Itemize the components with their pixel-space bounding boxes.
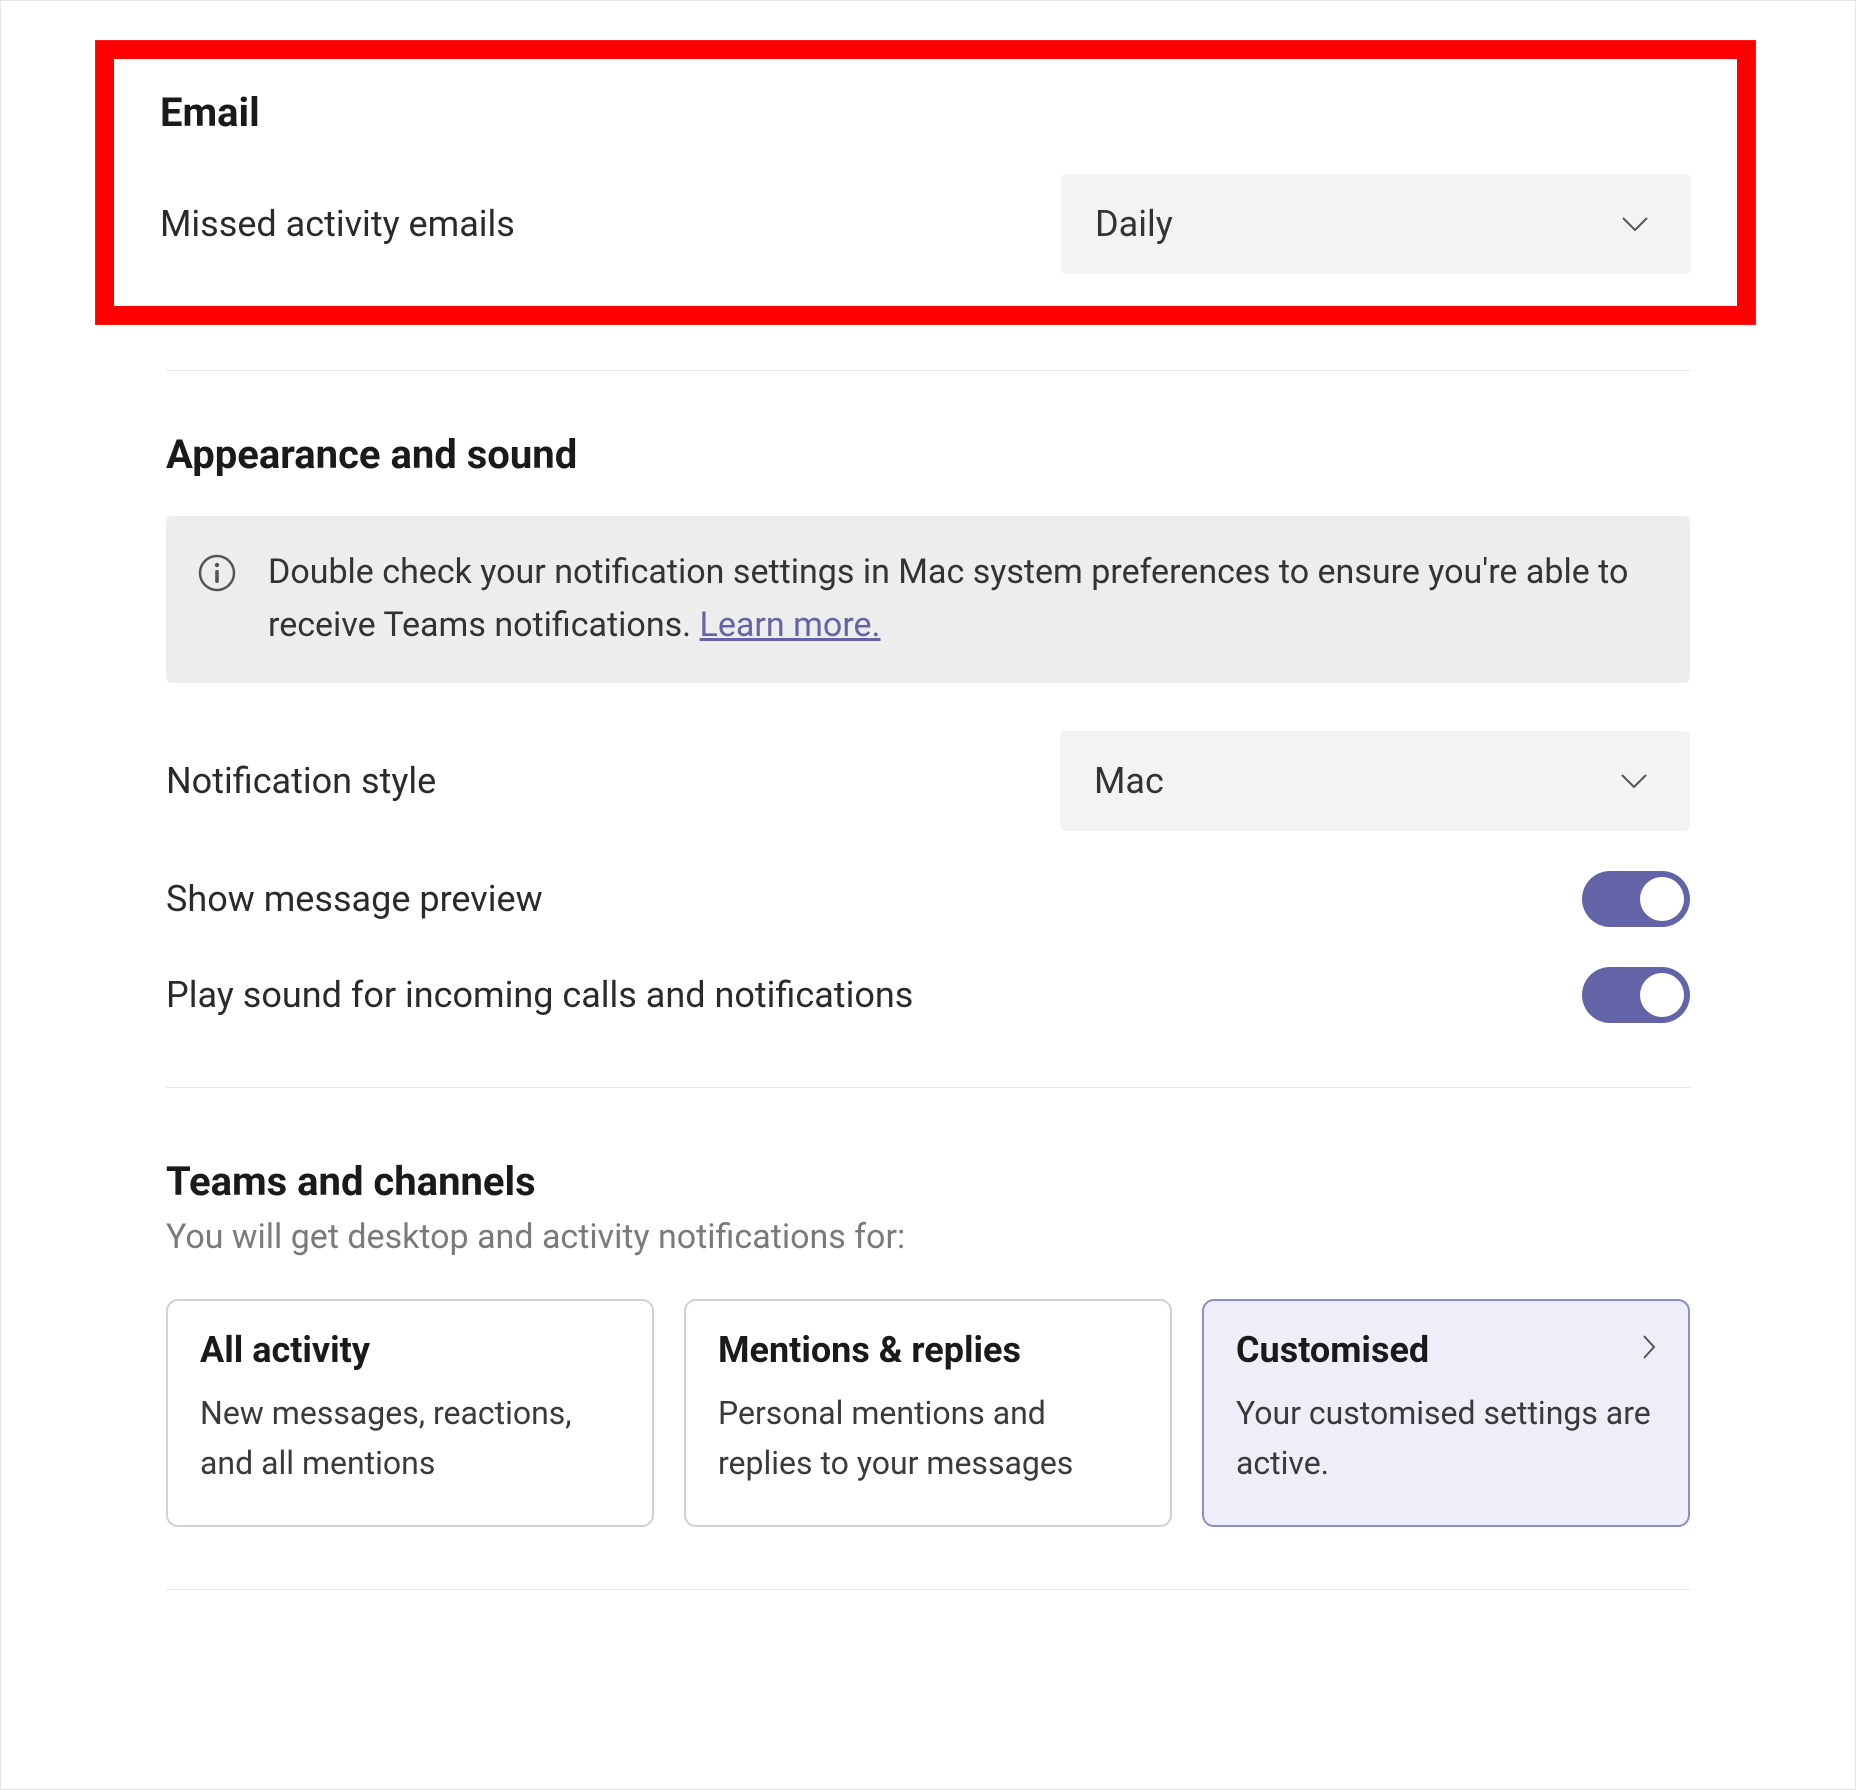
teams-section: Teams and channels You will get desktop … [166, 1158, 1690, 1589]
card-title-mentions: Mentions & replies [718, 1329, 1021, 1371]
divider [166, 1087, 1690, 1088]
email-section-title: Email [160, 89, 1691, 136]
card-desc-all: New messages, reactions, and all mention… [200, 1389, 620, 1488]
show-preview-label: Show message preview [166, 878, 543, 920]
teams-cards: All activity New messages, reactions, an… [166, 1299, 1690, 1526]
chevron-right-icon [1642, 1333, 1656, 1368]
card-desc-mentions: Personal mentions and replies to your me… [718, 1389, 1138, 1488]
divider [166, 370, 1690, 371]
card-title-custom: Customised [1236, 1329, 1429, 1371]
card-head: All activity [200, 1329, 620, 1371]
email-section-highlight: Email Missed activity emails Daily [96, 41, 1755, 324]
teams-section-subtitle: You will get desktop and activity notifi… [166, 1217, 1690, 1257]
appearance-section: Appearance and sound Double check your n… [166, 431, 1690, 1088]
learn-more-link[interactable]: Learn more. [700, 605, 881, 645]
chevron-down-icon [1621, 210, 1649, 238]
card-head: Mentions & replies [718, 1329, 1138, 1371]
show-preview-toggle[interactable] [1582, 871, 1690, 927]
card-title-all: All activity [200, 1329, 370, 1371]
card-desc-custom: Your customised settings are active. [1236, 1389, 1656, 1488]
info-banner-text: Double check your notification settings … [268, 546, 1650, 651]
appearance-section-title: Appearance and sound [166, 431, 1690, 478]
card-customised[interactable]: Customised Your customised settings are … [1202, 1299, 1690, 1526]
missed-activity-label: Missed activity emails [160, 203, 515, 245]
teams-section-title: Teams and channels [166, 1158, 1690, 1205]
missed-activity-row: Missed activity emails Daily [160, 174, 1691, 274]
info-banner-message: Double check your notification settings … [268, 552, 1628, 645]
notification-style-label: Notification style [166, 760, 436, 802]
show-preview-row: Show message preview [166, 871, 1690, 927]
settings-panel: Email Missed activity emails Daily Appea… [0, 0, 1856, 1790]
notification-style-value: Mac [1094, 760, 1164, 802]
card-head: Customised [1236, 1329, 1656, 1371]
notification-style-row: Notification style Mac [166, 731, 1690, 831]
card-mentions-replies[interactable]: Mentions & replies Personal mentions and… [684, 1299, 1172, 1526]
notification-style-select[interactable]: Mac [1060, 731, 1690, 831]
toggle-knob [1640, 973, 1684, 1017]
chevron-down-icon [1620, 767, 1648, 795]
play-sound-row: Play sound for incoming calls and notifi… [166, 967, 1690, 1023]
play-sound-label: Play sound for incoming calls and notifi… [166, 974, 913, 1016]
toggle-knob [1640, 877, 1684, 921]
card-all-activity[interactable]: All activity New messages, reactions, an… [166, 1299, 654, 1526]
play-sound-toggle[interactable] [1582, 967, 1690, 1023]
info-banner: Double check your notification settings … [166, 516, 1690, 683]
missed-activity-value: Daily [1095, 203, 1173, 245]
content-stack: Appearance and sound Double check your n… [166, 370, 1690, 1590]
divider [166, 1589, 1690, 1590]
info-icon [196, 552, 238, 594]
missed-activity-select[interactable]: Daily [1061, 174, 1691, 274]
